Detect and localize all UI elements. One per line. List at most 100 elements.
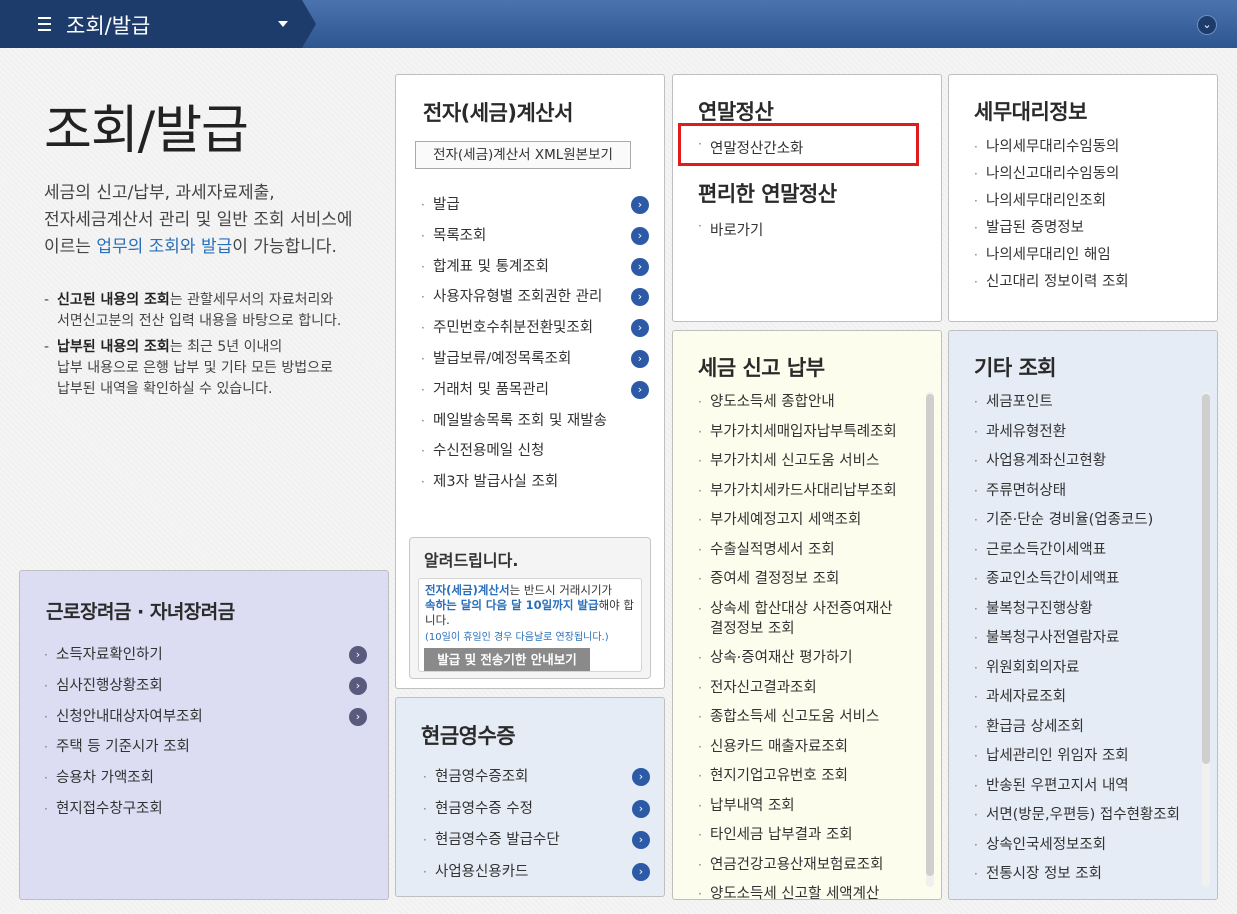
menu-item-label[interactable]: 납세관리인 위임자 조회 bbox=[986, 748, 1129, 764]
menu-item-label[interactable]: 심사진행상황조회 bbox=[56, 678, 163, 694]
menu-item-label-line[interactable]: 결정정보 조회 bbox=[710, 621, 795, 637]
menu-item[interactable]: · 주택 등 기준시가 조회 bbox=[42, 736, 369, 767]
menu-item-label[interactable]: 발급보류/예정목록조회 bbox=[433, 351, 571, 367]
menu-item-label[interactable]: 주류면허상태 bbox=[986, 483, 1066, 499]
menu-item[interactable]: · 기준·단순 경비율(업종코드) bbox=[972, 510, 1197, 540]
menu-item[interactable]: · 불복청구진행상황 bbox=[972, 599, 1197, 629]
chevron-right-circle-icon[interactable]: › bbox=[631, 288, 649, 307]
menu-item-label[interactable]: 환급금 상세조회 bbox=[986, 719, 1084, 735]
menu-item[interactable]: · 사업용계좌신고현황 bbox=[972, 451, 1197, 481]
chevron-right-circle-icon[interactable]: › bbox=[632, 831, 650, 849]
menu-item-shortcut[interactable]: · 바로가기 bbox=[696, 219, 763, 240]
menu-item[interactable]: · 합계표 및 통계조회 › bbox=[419, 256, 651, 287]
menu-item[interactable]: · 나의세무대리수임동의 bbox=[972, 137, 1129, 164]
chevron-right-circle-icon[interactable]: › bbox=[349, 707, 367, 726]
menu-item[interactable]: · 전자신고결과조회 bbox=[696, 678, 921, 708]
menu-item[interactable]: · 서면(방문,우편등) 접수현황조회 bbox=[972, 805, 1197, 835]
menu-item[interactable]: · 반송된 우편고지서 내역 bbox=[972, 776, 1197, 806]
menu-item[interactable]: · 심사진행상황조회 › bbox=[42, 675, 369, 706]
menu-item-label[interactable]: 나의세무대리인 해임 bbox=[986, 247, 1111, 263]
hamburger-icon[interactable] bbox=[38, 17, 51, 31]
menu-item[interactable]: · 현금영수증조회 › bbox=[421, 766, 651, 798]
menu-item[interactable]: · 발급된 증명정보 bbox=[972, 218, 1129, 245]
menu-item-label[interactable]: 사용자유형별 조회권한 관리 bbox=[433, 289, 602, 305]
menu-item-label-line[interactable]: 상속세 합산대상 사전증여재산 bbox=[710, 601, 893, 617]
menu-item[interactable]: · 타인세금 납부결과 조회 bbox=[696, 825, 921, 855]
menu-item-label[interactable]: 근로소득간이세액표 bbox=[986, 542, 1106, 558]
menu-item[interactable]: · 종교인소득간이세액표 bbox=[972, 569, 1197, 599]
menu-item-label[interactable]: 양도소득세 신고할 세액계산 bbox=[710, 886, 879, 902]
menu-item-label[interactable]: 연금건강고용산재보험료조회 bbox=[710, 857, 883, 873]
menu-dropdown-label[interactable]: 조회/발급 bbox=[66, 10, 150, 40]
menu-item-label[interactable]: 세금포인트 bbox=[986, 394, 1053, 410]
menu-item[interactable]: · 양도소득세 신고할 세액계산 bbox=[696, 884, 921, 914]
menu-item[interactable]: · 상속·증여재산 평가하기 bbox=[696, 648, 921, 678]
menu-item[interactable]: · 메일발송목록 조회 및 재발송 bbox=[419, 410, 651, 441]
menu-item-label[interactable]: 부가세예정고지 세액조회 bbox=[710, 512, 861, 528]
other-scrollbar-thumb[interactable] bbox=[1202, 394, 1210, 764]
menu-item[interactable]: · 목록조회 › bbox=[419, 225, 651, 256]
menu-item[interactable]: · 환급금 상세조회 bbox=[972, 717, 1197, 747]
chevron-right-circle-icon[interactable]: › bbox=[349, 646, 367, 664]
menu-item[interactable]: · 부가가치세매입자납부특례조회 bbox=[696, 422, 921, 452]
menu-item-label[interactable]: 과세자료조회 bbox=[986, 689, 1066, 705]
menu-item[interactable]: · 나의세무대리인조회 bbox=[972, 191, 1129, 218]
menu-item-label[interactable]: 기준·단순 경비율(업종코드) bbox=[986, 512, 1153, 528]
menu-item[interactable]: · 주민번호수취분전환및조회 › bbox=[419, 317, 651, 348]
menu-item-label[interactable]: 주택 등 기준시가 조회 bbox=[56, 739, 190, 755]
menu-item-label[interactable]: 제3자 발급사실 조회 bbox=[433, 474, 558, 490]
chevron-down-icon[interactable]: ⌄ bbox=[1197, 15, 1217, 35]
menu-item[interactable]: · 현금영수증 발급수단 › bbox=[421, 829, 651, 861]
menu-item-label[interactable]: 납부내역 조회 bbox=[710, 798, 795, 814]
chevron-right-circle-icon[interactable]: › bbox=[632, 799, 650, 818]
menu-item[interactable]: · 발급 › bbox=[419, 194, 651, 225]
menu-item-label[interactable]: 수신전용메일 신청 bbox=[433, 443, 544, 459]
menu-item[interactable]: · 납부내역 조회 bbox=[696, 796, 921, 826]
taxfile-scrollbar-thumb[interactable] bbox=[926, 394, 934, 876]
menu-item[interactable]: · 소득자료확인하기 › bbox=[42, 644, 369, 675]
menu-item-label[interactable]: 상속인국세정보조회 bbox=[986, 837, 1106, 853]
menu-item[interactable]: · 현지기업고유번호 조회 bbox=[696, 766, 921, 796]
menu-item[interactable]: · 현금영수증 수정 › bbox=[421, 798, 651, 830]
menu-item[interactable]: · 승용차 가액조회 bbox=[42, 767, 369, 798]
menu-item[interactable]: · 부가가치세 신고도움 서비스 bbox=[696, 451, 921, 481]
menu-item-label[interactable]: 바로가기 bbox=[710, 223, 763, 239]
menu-item[interactable]: · 부가가치세카드사대리납부조회 bbox=[696, 481, 921, 511]
menu-item[interactable]: · 양도소득세 종합안내 bbox=[696, 392, 921, 422]
menu-item-label[interactable]: 수출실적명세서 조회 bbox=[710, 542, 835, 558]
chevron-right-circle-icon[interactable]: › bbox=[631, 349, 649, 368]
menu-item[interactable]: · 근로소득간이세액표 bbox=[972, 540, 1197, 570]
menu-item-label[interactable]: 사업용신용카드 bbox=[435, 864, 528, 880]
menu-item[interactable]: · 위원회회의자료 bbox=[972, 658, 1197, 688]
menu-item-label[interactable]: 신고대리 정보이력 조회 bbox=[986, 274, 1129, 290]
menu-item-label[interactable]: 승용차 가액조회 bbox=[56, 770, 154, 786]
menu-item[interactable]: · 수신전용메일 신청 bbox=[419, 440, 651, 471]
menu-item[interactable]: · 상속인국세정보조회 bbox=[972, 835, 1197, 865]
menu-item-label[interactable]: 거래처 및 품목관리 bbox=[433, 382, 549, 398]
menu-item[interactable]: · 증여세 결정정보 조회 bbox=[696, 569, 921, 599]
menu-item[interactable]: · 거래처 및 품목관리 › bbox=[419, 379, 651, 410]
menu-item-label[interactable]: 현지접수창구조회 bbox=[56, 801, 163, 817]
menu-item-label[interactable]: 상속세 합산대상 사전증여재산결정정보 조회 bbox=[710, 601, 893, 637]
menu-item-label[interactable]: 발급 bbox=[433, 197, 460, 213]
menu-item[interactable]: · 주류면허상태 bbox=[972, 481, 1197, 511]
menu-item[interactable]: · 상속세 합산대상 사전증여재산 결정정보 조회 bbox=[696, 599, 921, 649]
menu-item[interactable]: · 연금건강고용산재보험료조회 bbox=[696, 855, 921, 885]
menu-item-label[interactable]: 합계표 및 통계조회 bbox=[433, 259, 549, 275]
menu-item-label[interactable]: 반송된 우편고지서 내역 bbox=[986, 778, 1129, 794]
menu-item-label[interactable]: 현지기업고유번호 조회 bbox=[710, 768, 848, 784]
menu-item-label[interactable]: 부가가치세매입자납부특례조회 bbox=[710, 424, 897, 440]
menu-item-label[interactable]: 소득자료확인하기 bbox=[56, 647, 163, 663]
menu-item[interactable]: · 과세자료조회 bbox=[972, 687, 1197, 717]
menu-item[interactable]: · 나의신고대리수임동의 bbox=[972, 164, 1129, 191]
chevron-right-circle-icon[interactable]: › bbox=[631, 226, 649, 245]
menu-item[interactable]: · 발급보류/예정목록조회 › bbox=[419, 348, 651, 379]
chevron-right-circle-icon[interactable]: › bbox=[632, 768, 650, 786]
menu-item-label[interactable]: 메일발송목록 조회 및 재발송 bbox=[433, 413, 607, 429]
xml-view-button[interactable]: 전자(세금)계산서 XML원본보기 bbox=[415, 141, 631, 169]
menu-item-label[interactable]: 종교인소득간이세액표 bbox=[986, 571, 1119, 587]
menu-item-label[interactable]: 현금영수증 발급수단 bbox=[435, 832, 560, 848]
menu-item[interactable]: · 현지접수창구조회 bbox=[42, 798, 369, 829]
menu-item-label[interactable]: 사업용계좌신고현황 bbox=[986, 453, 1106, 469]
menu-item[interactable]: · 신용카드 매출자료조회 bbox=[696, 737, 921, 767]
